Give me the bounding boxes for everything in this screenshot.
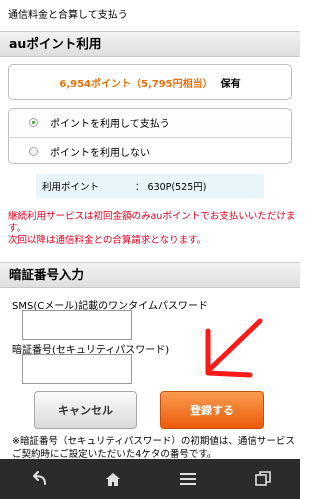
point-usage-radio-group: ポイントを利用して支払う ポイントを利用しない: [8, 108, 292, 164]
pin-input[interactable]: [22, 354, 132, 384]
android-navigation-bar: [0, 459, 300, 499]
sms-password-input[interactable]: [22, 310, 132, 340]
register-button[interactable]: 登録する: [160, 391, 264, 429]
payment-notice: 継続利用サービスは初回金額のみauポイントでお支払いいただけます。 次回以降は通…: [8, 211, 296, 247]
au-points-section-header: auポイント利用: [0, 31, 300, 57]
usage-points-box: 利用ポイント ： 630P(525円): [36, 174, 264, 198]
radio-button-selected[interactable]: [29, 118, 38, 127]
points-balance-value: 6,954ポイント（5,795円相当）: [59, 78, 213, 90]
pin-section-header: 暗証番号入力: [0, 262, 300, 288]
cancel-button[interactable]: キャンセル: [34, 391, 137, 429]
points-balance-label: 保有: [220, 78, 241, 90]
radio-option-label: ポイントを利用しない: [50, 147, 150, 159]
payment-method-text: 通信料金と合算して支払う: [8, 10, 128, 21]
pin-footnote: ※暗証番号（セキュリティパスワード）の初期値は、通信サービスご契約時にご設定いた…: [12, 436, 295, 460]
points-balance-box: 6,954ポイント（5,795円相当） 保有: [8, 64, 292, 100]
usage-points-label: 利用ポイント: [42, 182, 100, 193]
home-icon[interactable]: [88, 459, 138, 499]
menu-icon[interactable]: [163, 459, 213, 499]
notice-line-1: 継続利用サービスは初回金額のみauポイントでお支払いいただけます。: [8, 211, 296, 234]
notice-line-2: 次回以降は通信料金との合算請求となります。: [8, 235, 207, 246]
red-arrow-annotation: [205, 318, 263, 378]
recent-apps-icon[interactable]: [238, 459, 288, 499]
usage-points-value: ： 630P(525円): [135, 182, 207, 193]
radio-button-unselected[interactable]: [29, 146, 38, 156]
back-icon[interactable]: [13, 459, 63, 499]
radio-option-use-points[interactable]: ポイントを利用して支払う: [9, 109, 291, 136]
radio-option-no-points[interactable]: ポイントを利用しない: [9, 137, 291, 163]
radio-option-label: ポイントを利用して支払う: [50, 119, 170, 130]
